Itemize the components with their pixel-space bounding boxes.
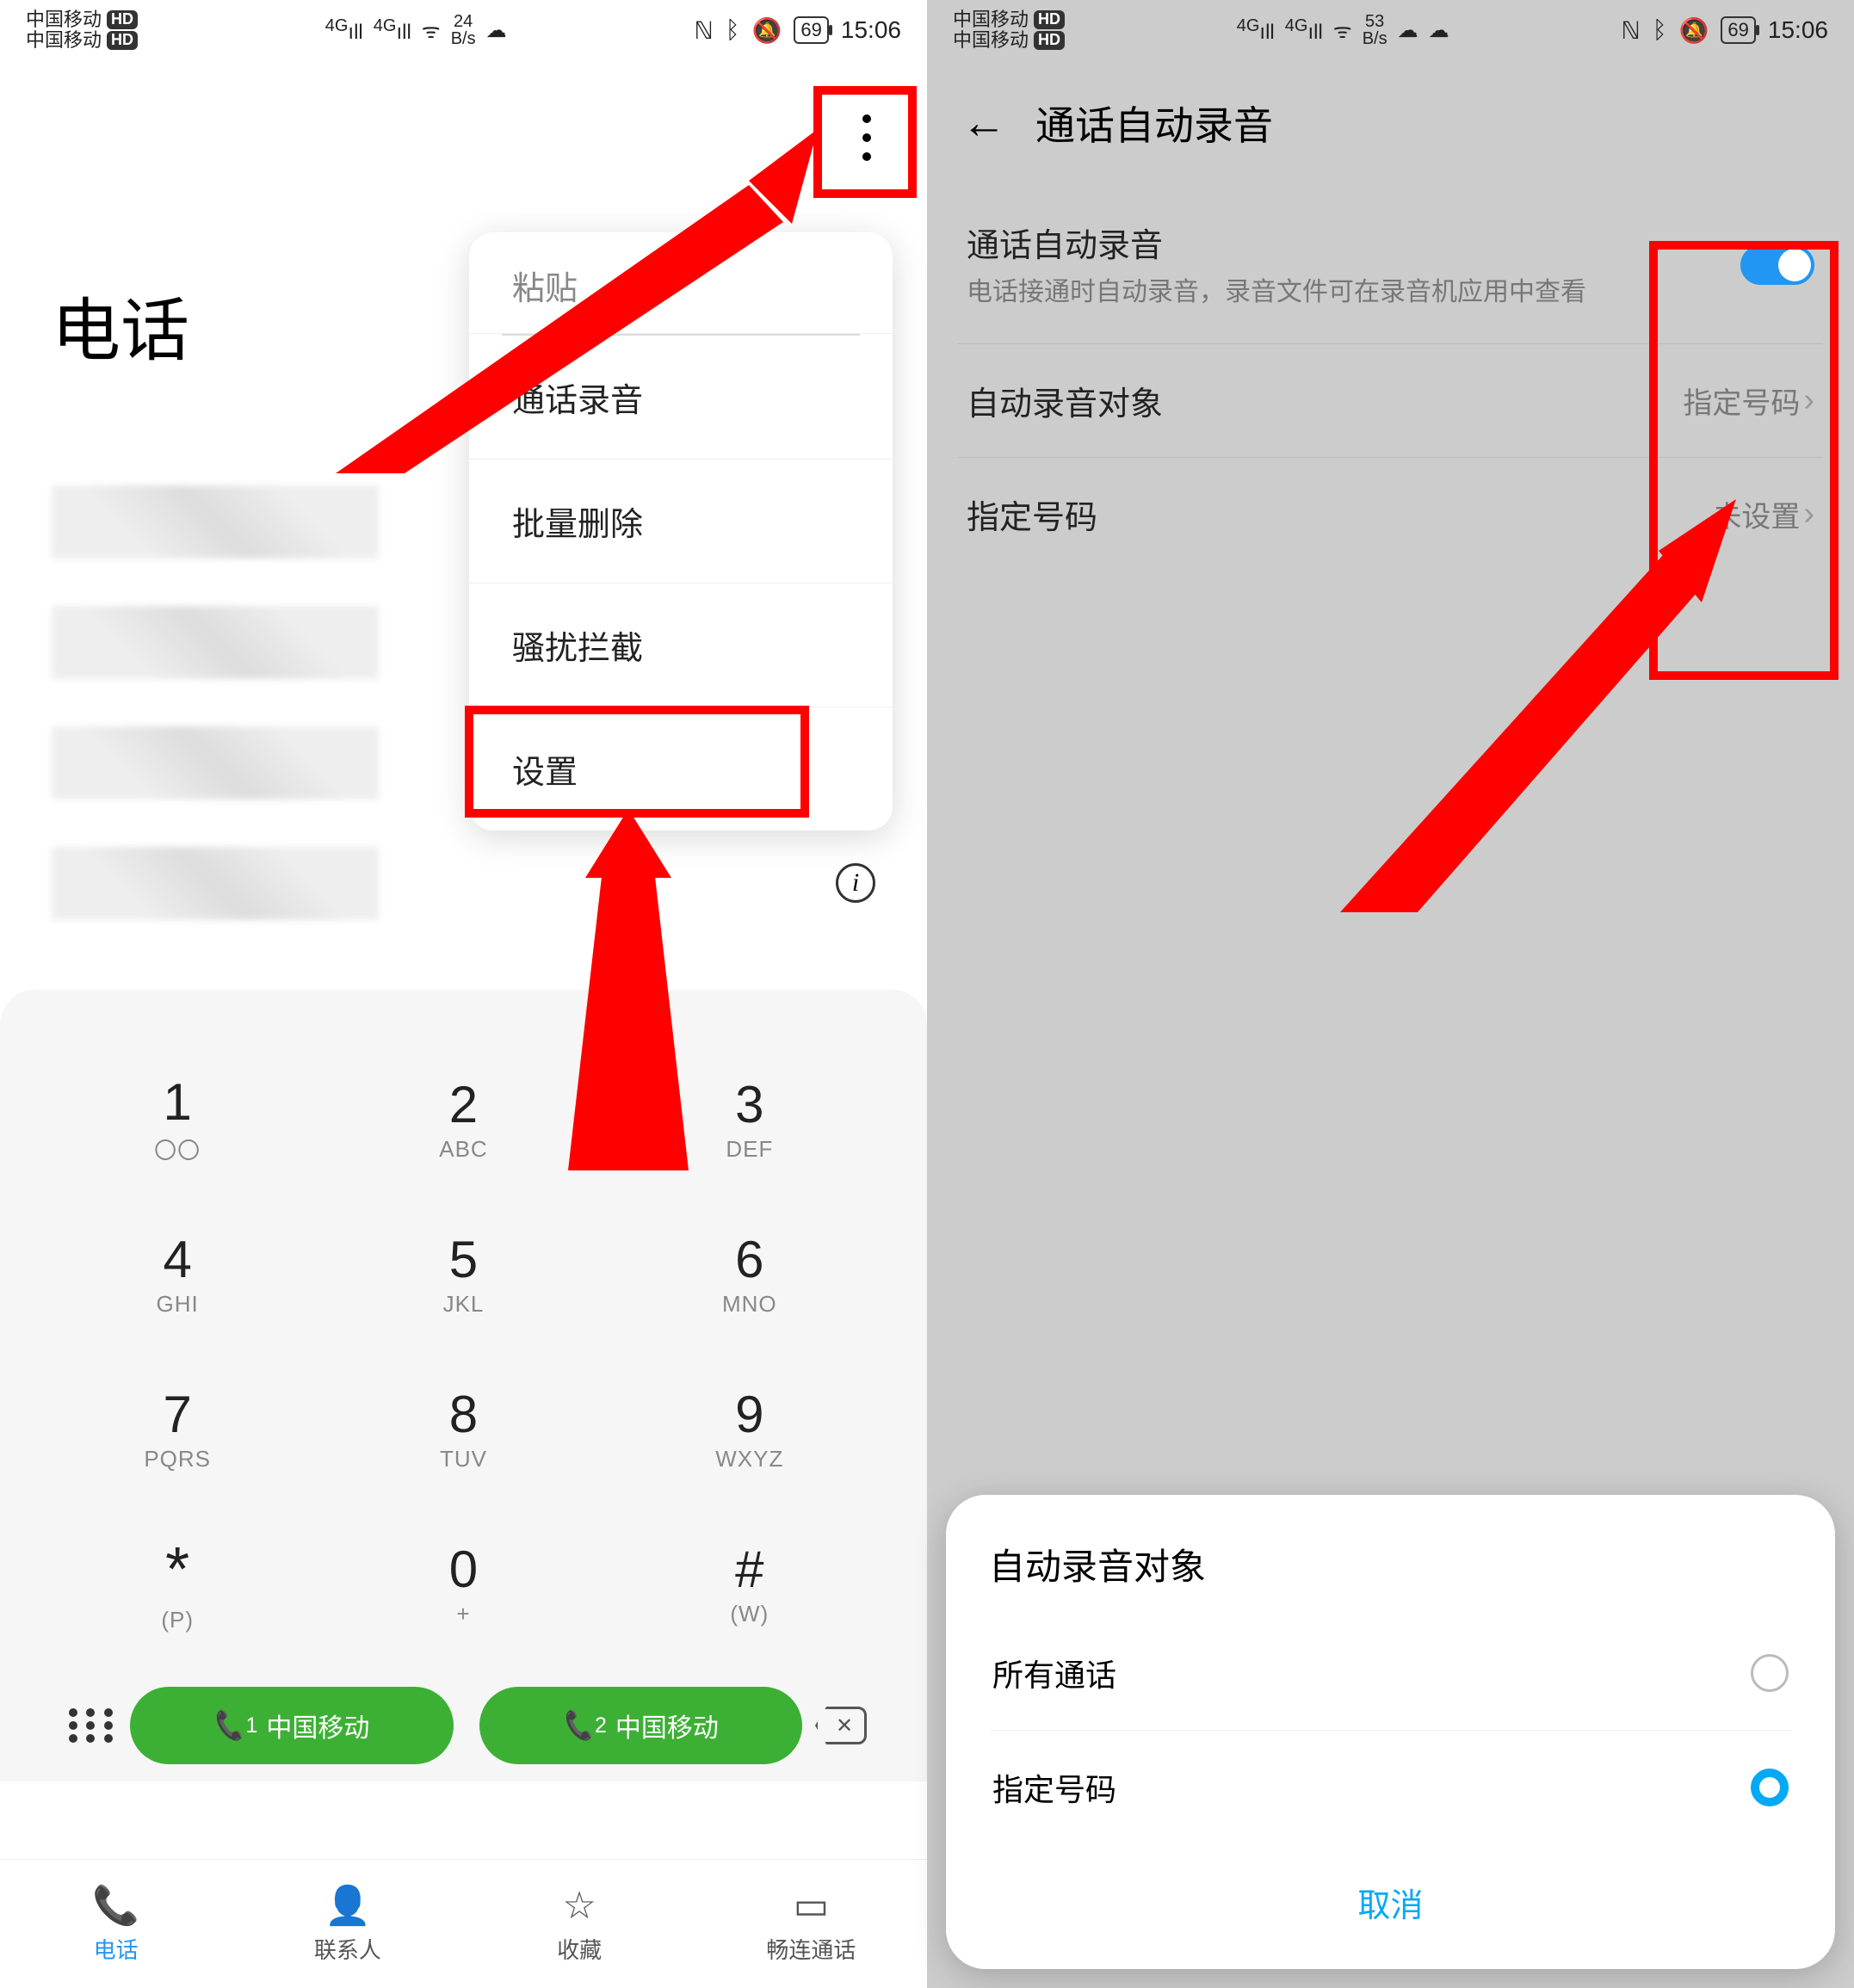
call-sim2-button[interactable]: 📞2 中国移动	[479, 1687, 803, 1764]
context-block-spam[interactable]: 骚扰拦截	[469, 583, 893, 707]
signal-icon: 4Gıll	[1237, 16, 1275, 45]
signal-icon: 4Gıll	[374, 16, 411, 45]
wechat-icon: ☁	[1398, 18, 1418, 43]
annotation-arrow-to-settings	[516, 809, 740, 1170]
contacts-icon: 👤	[324, 1883, 371, 1928]
dialpad: 1〇〇 2ABC 3DEF 4GHI 5JKL 6MNO 7PQRS 8TUV …	[0, 990, 927, 1781]
sheet-option-specified[interactable]: 指定号码	[989, 1731, 1792, 1844]
sim2-label: 中国移动	[615, 1707, 719, 1744]
mute-icon: 🔕	[1679, 16, 1709, 45]
dial-key-7[interactable]: 7PQRS	[34, 1351, 320, 1506]
wifi-icon: ᯤ	[1333, 16, 1352, 45]
dial-key-8[interactable]: 8TUV	[320, 1351, 606, 1506]
nfc-icon: ℕ	[694, 16, 713, 45]
video-icon: ▭	[794, 1884, 830, 1928]
signal-icon: 4Gıll	[1285, 16, 1323, 45]
annotation-box-settings	[465, 706, 809, 818]
backspace-button[interactable]: ✕	[815, 1707, 867, 1744]
wechat-icon: ☁	[486, 18, 507, 43]
record-target-bottom-sheet: 自动录音对象 所有通话 指定号码 取消	[946, 1495, 1835, 1969]
clock-text: 15:06	[1768, 16, 1828, 44]
status-bar-right: 中国移动HD 中国移动HD 4Gıll 4Gıll ᯤ 53B/s ☁ ☁ ℕ …	[927, 0, 1854, 60]
radio-unchecked-icon	[1751, 1654, 1789, 1692]
clock-text: 15:06	[841, 16, 901, 44]
setting-description: 电话接通时自动录音，录音文件可在录音机应用中查看	[967, 275, 1723, 311]
annotation-arrow-to-value	[1340, 499, 1736, 912]
mute-icon: 🔕	[752, 16, 782, 45]
page-title: 通话自动录音	[1035, 95, 1273, 151]
setting-label: 自动录音对象	[967, 377, 1163, 424]
phone-icon: 📞	[560, 1708, 597, 1744]
dial-key-1[interactable]: 1〇〇	[34, 1041, 320, 1196]
sheet-cancel-button[interactable]: 取消	[989, 1844, 1792, 1935]
tab-meetime[interactable]: ▭畅连通话	[695, 1860, 927, 1988]
dial-key-5[interactable]: 5JKL	[320, 1196, 606, 1351]
back-button[interactable]: ←	[961, 97, 1006, 149]
bluetooth-icon: ᛒ	[1653, 16, 1667, 44]
phone-app-screen: 中国移动HD 中国移动HD 4Gıll 4Gıll ᯤ 24B/s ☁ ℕ ᛒ …	[0, 0, 927, 1988]
tab-contacts[interactable]: 👤联系人	[232, 1860, 463, 1988]
dial-key-star[interactable]: *(P)	[34, 1506, 320, 1661]
signal-icon: 4Gıll	[325, 16, 363, 45]
dial-key-9[interactable]: 9WXYZ	[607, 1351, 893, 1506]
nfc-icon: ℕ	[1621, 16, 1640, 45]
dialpad-apps-icon[interactable]	[69, 1708, 117, 1743]
annotation-arrow-to-overflow	[336, 129, 818, 473]
setting-label: 指定号码	[967, 491, 1097, 538]
dial-key-4[interactable]: 4GHI	[34, 1196, 320, 1351]
hd-badge: HD	[107, 10, 138, 29]
call-log-row[interactable]: i	[52, 823, 875, 943]
dial-key-6[interactable]: 6MNO	[607, 1196, 893, 1351]
phone-icon: 📞	[92, 1883, 139, 1928]
sheet-option-all-calls[interactable]: 所有通话	[989, 1616, 1792, 1731]
phone-icon: 📞	[211, 1708, 248, 1744]
setting-label: 通话自动录音	[967, 219, 1723, 266]
call-recording-settings-screen: 中国移动HD 中国移动HD 4Gıll 4Gıll ᯤ 53B/s ☁ ☁ ℕ …	[927, 0, 1854, 1988]
context-batch-delete[interactable]: 批量删除	[469, 460, 893, 583]
dial-key-hash[interactable]: #(W)	[607, 1506, 893, 1661]
dial-key-0[interactable]: 0+	[320, 1506, 606, 1661]
sheet-title: 自动录音对象	[989, 1538, 1792, 1590]
annotation-box-overflow	[813, 86, 917, 198]
call-sim1-button[interactable]: 📞1 中国移动	[130, 1687, 454, 1764]
battery-icon: 69	[1721, 16, 1755, 44]
status-bar-left: 中国移动HD 中国移动HD 4Gıll 4Gıll ᯤ 24B/s ☁ ℕ ᛒ …	[0, 0, 927, 60]
bluetooth-icon: ᛒ	[726, 16, 740, 44]
bottom-nav: 📞电话 👤联系人 ☆收藏 ▭畅连通话	[0, 1859, 927, 1988]
star-icon: ☆	[562, 1884, 596, 1928]
wechat-icon: ☁	[1429, 18, 1449, 43]
sim1-label: 中国移动	[266, 1707, 369, 1744]
tab-favorites[interactable]: ☆收藏	[464, 1860, 695, 1988]
info-icon[interactable]: i	[836, 863, 875, 903]
wifi-icon: ᯤ	[422, 16, 441, 45]
radio-checked-icon	[1751, 1769, 1789, 1806]
tab-phone[interactable]: 📞电话	[0, 1860, 232, 1988]
battery-icon: 69	[794, 16, 828, 44]
